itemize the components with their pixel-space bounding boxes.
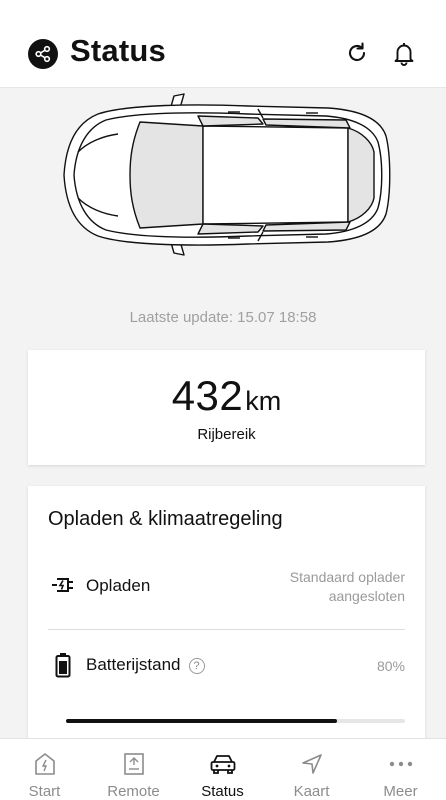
nav-item-kaart[interactable]: Kaart (267, 739, 356, 800)
car-icon (178, 751, 267, 777)
nav-label-remote: Remote (107, 783, 160, 800)
refresh-icon[interactable] (344, 40, 370, 66)
car-top-view (58, 92, 392, 257)
battery-label: Batterijstand (86, 655, 181, 674)
battery-label-wrap: Batterijstand? (86, 655, 205, 675)
nav-label-kaart: Kaart (293, 783, 330, 800)
nav-label-start: Start (28, 783, 61, 800)
last-update-text: Laatste update: 15.07 18:58 (0, 309, 446, 326)
more-icon (356, 751, 445, 777)
bottom-nav: Start Remote Status Kaart Meer (0, 738, 446, 800)
charging-plug-icon (50, 574, 76, 596)
charge-climate-card: Opladen & klimaatregeling Opladen Standa… (28, 486, 425, 756)
nav-label-status: Status (201, 783, 244, 800)
nav-item-meer[interactable]: Meer (356, 739, 445, 800)
nav-label-meer: Meer (383, 783, 418, 800)
charging-status-line1: Standaard oplader (289, 569, 405, 585)
charging-label: Opladen (86, 576, 151, 595)
remote-icon (89, 751, 178, 777)
app-header: Status (0, 0, 446, 88)
charge-climate-title: Opladen & klimaatregeling (48, 508, 283, 530)
navigation-icon (267, 751, 356, 777)
charging-status: Standaard oplader aangesloten (290, 568, 405, 606)
nav-item-status[interactable]: Status (178, 739, 267, 800)
battery-progress-track (66, 719, 405, 723)
page-title: Status (70, 33, 166, 68)
range-unit: km (245, 386, 282, 416)
range-label: Rijbereik (197, 426, 256, 443)
battery-value: 80% (376, 658, 405, 674)
nav-item-remote[interactable]: Remote (89, 739, 178, 800)
bell-icon[interactable] (391, 40, 417, 66)
range-value-row: 432km (28, 372, 425, 420)
range-card[interactable]: 432km Rijbereik (28, 350, 425, 465)
share-icon[interactable] (28, 39, 58, 69)
last-update-label: Laatste update: (129, 309, 233, 326)
home-icon (0, 751, 89, 777)
battery-progress-fill (66, 719, 338, 723)
range-value: 432 (171, 372, 244, 419)
charging-status-line2: aangesloten (328, 588, 405, 604)
nav-item-start[interactable]: Start (0, 739, 89, 800)
divider (48, 629, 405, 630)
battery-icon (50, 652, 76, 678)
help-icon[interactable]: ? (188, 658, 205, 674)
last-update-value: 15.07 18:58 (237, 309, 317, 326)
